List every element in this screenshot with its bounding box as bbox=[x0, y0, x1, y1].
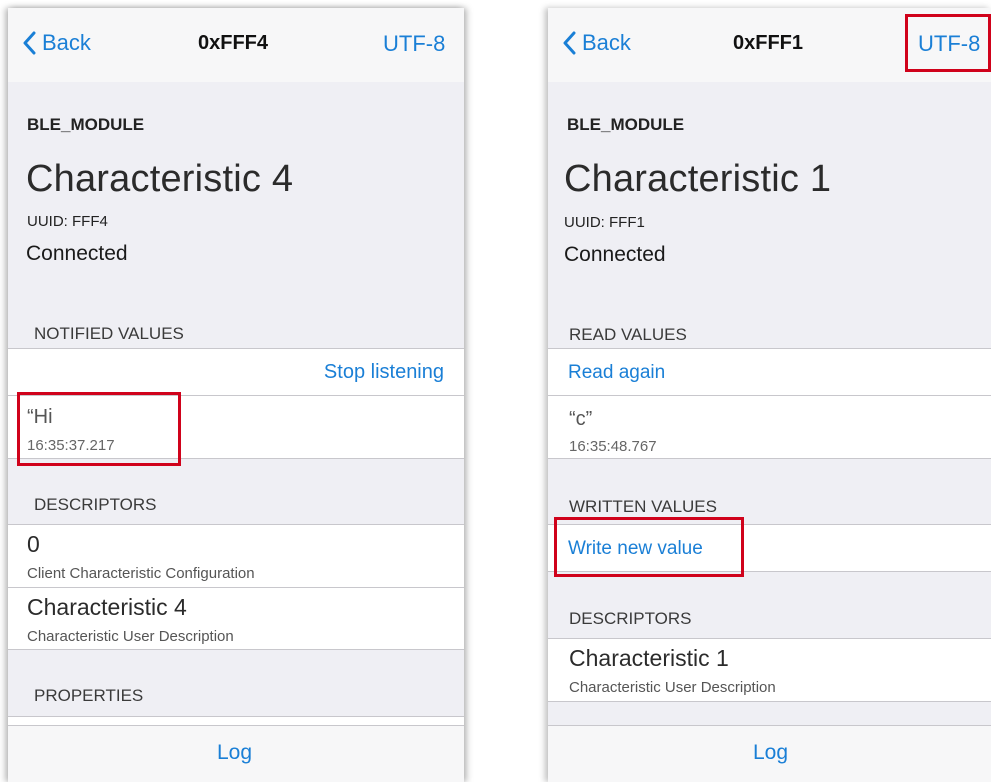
read-value: “c” bbox=[569, 408, 593, 430]
back-button[interactable]: Back bbox=[22, 30, 91, 56]
descriptor-type: Client Characteristic Configuration bbox=[27, 565, 255, 582]
stop-listening-row[interactable]: Stop listening bbox=[8, 348, 464, 395]
characteristic-title: Characteristic 1 bbox=[564, 158, 832, 200]
descriptor-row[interactable]: Characteristic 4 Characteristic User Des… bbox=[8, 587, 464, 650]
back-label: Back bbox=[42, 30, 91, 55]
descriptors-header: DESCRIPTORS bbox=[34, 495, 157, 514]
connection-status: Connected bbox=[564, 243, 666, 266]
chevron-left-icon bbox=[23, 31, 36, 55]
read-values-header: READ VALUES bbox=[569, 325, 687, 344]
highlight-box bbox=[554, 517, 744, 577]
nav-title: 0xFFF4 bbox=[198, 32, 269, 54]
highlight-box bbox=[905, 14, 991, 72]
log-button[interactable]: Log bbox=[753, 741, 788, 765]
descriptor-row[interactable]: Characteristic 1 Characteristic User Des… bbox=[548, 638, 991, 702]
descriptors-header: DESCRIPTORS bbox=[569, 609, 692, 628]
module-name: BLE_MODULE bbox=[567, 115, 685, 134]
back-label: Back bbox=[582, 30, 631, 55]
log-button[interactable]: Log bbox=[217, 741, 252, 765]
chevron-left-icon bbox=[563, 31, 576, 55]
right-phone-screen: Back 0xFFF1 UTF-8 BLE_MODULE Characteris… bbox=[548, 8, 991, 782]
read-value-row: “c” 16:35:48.767 bbox=[548, 395, 991, 459]
highlight-box bbox=[17, 392, 181, 466]
encoding-button[interactable]: UTF-8 bbox=[383, 31, 445, 57]
descriptor-row[interactable]: 0 Client Characteristic Configuration bbox=[8, 524, 464, 587]
uuid-label: UUID: FFF1 bbox=[564, 214, 645, 231]
notified-values-header: NOTIFIED VALUES bbox=[34, 324, 184, 343]
read-timestamp: 16:35:48.767 bbox=[569, 438, 657, 455]
stop-listening-button[interactable]: Stop listening bbox=[324, 361, 444, 384]
properties-header: PROPERTIES bbox=[34, 686, 144, 705]
bottom-toolbar: Log bbox=[8, 725, 464, 782]
descriptor-value: Characteristic 1 bbox=[569, 645, 729, 671]
navigation-bar: Back 0xFFF4 UTF-8 bbox=[8, 8, 464, 82]
descriptor-value: Characteristic 4 bbox=[27, 594, 187, 620]
module-name: BLE_MODULE bbox=[27, 115, 145, 134]
bottom-toolbar: Log bbox=[548, 725, 991, 782]
descriptor-value: 0 bbox=[27, 531, 40, 557]
back-button[interactable]: Back bbox=[562, 30, 631, 56]
read-again-button[interactable]: Read again bbox=[568, 362, 665, 384]
read-again-row[interactable]: Read again bbox=[548, 348, 991, 395]
uuid-label: UUID: FFF4 bbox=[27, 213, 108, 230]
descriptor-type: Characteristic User Description bbox=[569, 679, 776, 696]
descriptor-type: Characteristic User Description bbox=[27, 628, 234, 645]
left-phone-screen: Back 0xFFF4 UTF-8 BLE_MODULE Characteris… bbox=[8, 8, 464, 782]
nav-title: 0xFFF1 bbox=[733, 32, 804, 54]
characteristic-title: Characteristic 4 bbox=[26, 158, 294, 200]
connection-status: Connected bbox=[26, 242, 128, 265]
written-values-header: WRITTEN VALUES bbox=[569, 497, 717, 516]
